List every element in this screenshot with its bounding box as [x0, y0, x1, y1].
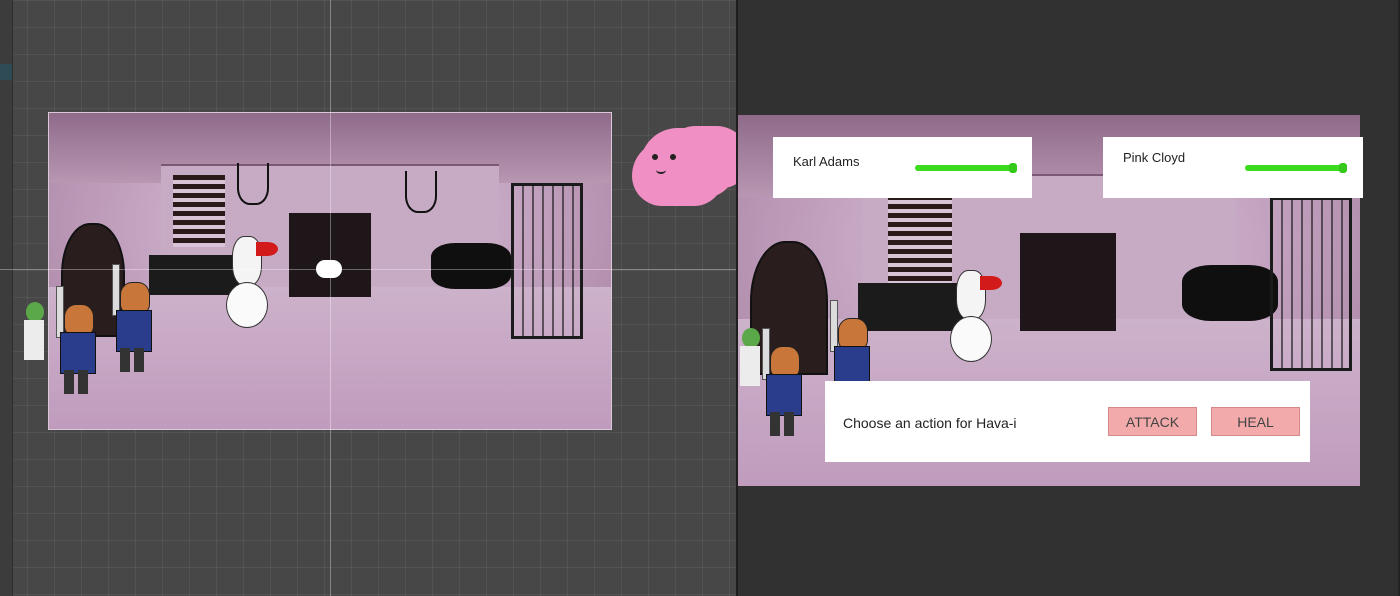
iron-gate	[511, 183, 583, 339]
snowman-bottom	[226, 282, 268, 328]
knight-body	[766, 374, 802, 416]
health-bar	[915, 163, 1017, 173]
sword	[762, 328, 770, 380]
horse-knight-sprite	[762, 328, 802, 436]
scene-view[interactable]	[0, 0, 736, 596]
scene-toolbar-strip	[0, 0, 13, 596]
party-member-panel-karl: Karl Adams	[773, 137, 1032, 198]
goblin-body	[24, 320, 44, 360]
chandelier-icon	[237, 163, 269, 205]
snowman-bottom	[950, 316, 992, 362]
goblin-sprite[interactable]	[24, 302, 44, 362]
market-stall	[1020, 233, 1116, 331]
party-member-panel-pink: Pink Cloyd	[1103, 137, 1363, 198]
knight-legs	[770, 412, 794, 436]
snowman-sprite[interactable]	[224, 236, 278, 328]
horse-knight-sprite[interactable]	[56, 286, 96, 394]
barrels	[1182, 265, 1278, 321]
horn-icon	[980, 276, 1002, 290]
knight-body	[60, 332, 96, 374]
health-bar	[1245, 163, 1347, 173]
cloud-mouth	[656, 166, 666, 174]
barrels	[431, 243, 511, 289]
heal-button[interactable]: HEAL	[1211, 407, 1300, 436]
sword	[830, 300, 838, 352]
action-prompt: Choose an action for Hava-i	[843, 415, 1017, 431]
scene-crosshair-horizontal	[0, 269, 736, 270]
cloud-eye	[670, 154, 676, 160]
knight-legs	[64, 370, 88, 394]
health-bar-fill	[1245, 163, 1347, 173]
action-panel: Choose an action for Hava-i ATTACK HEAL	[825, 381, 1310, 462]
sword	[112, 264, 120, 316]
goblin-head	[26, 302, 44, 322]
party-member-name: Pink Cloyd	[1123, 150, 1186, 165]
toolbar-marker	[0, 64, 12, 80]
knight-body	[116, 310, 152, 352]
horn-icon	[256, 242, 278, 256]
wine-rack	[888, 195, 952, 285]
horse-knight-sprite[interactable]	[112, 264, 152, 372]
scene-crosshair-vertical	[330, 0, 331, 596]
goblin-head	[742, 328, 760, 348]
goblin-body	[740, 346, 760, 386]
party-member-name: Karl Adams	[793, 154, 860, 169]
iron-gate	[1270, 197, 1352, 371]
wine-rack	[173, 175, 225, 247]
cloud-eye	[652, 154, 658, 160]
knight-legs	[120, 348, 144, 372]
goblin-sprite	[740, 328, 760, 388]
health-bar-knob	[1008, 163, 1017, 173]
sword	[56, 286, 64, 338]
health-bar-knob	[1338, 163, 1347, 173]
chandelier-icon	[405, 171, 437, 213]
attack-button[interactable]: ATTACK	[1108, 407, 1197, 436]
snowman-sprite	[948, 270, 1002, 362]
pink-cloud-character-icon[interactable]	[640, 128, 736, 198]
game-view[interactable]	[738, 0, 1400, 596]
health-bar-fill	[915, 163, 1017, 173]
